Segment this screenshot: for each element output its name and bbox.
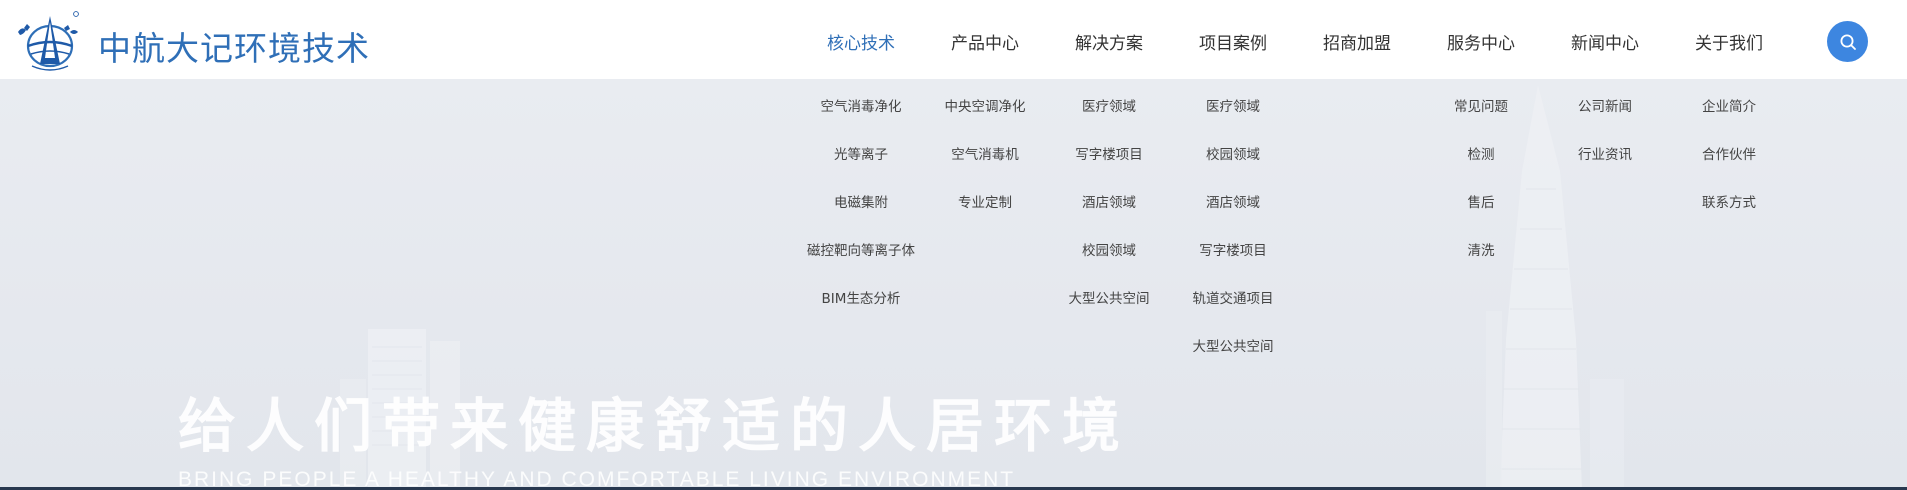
nav-item[interactable]: 关于我们 <box>1667 29 1791 54</box>
dropdown-link[interactable]: BIM生态分析 <box>799 287 923 307</box>
dropdown-link[interactable]: 电磁集附 <box>799 191 923 211</box>
nav-item[interactable]: 招商加盟 <box>1295 29 1419 54</box>
dropdown-link[interactable]: 售后 <box>1419 191 1543 211</box>
dropdown-link[interactable]: 校园领域 <box>1171 143 1295 163</box>
search-icon <box>1840 34 1856 50</box>
search-button[interactable] <box>1827 21 1868 62</box>
nav-item[interactable]: 服务中心 <box>1419 29 1543 54</box>
dropdown-link[interactable]: 酒店领域 <box>1047 191 1171 211</box>
nav-item[interactable]: 解决方案 <box>1047 29 1171 54</box>
dropdown-link[interactable]: 医疗领域 <box>1171 95 1295 115</box>
dropdown-link[interactable]: 酒店领域 <box>1171 191 1295 211</box>
company-logo-icon[interactable] <box>14 8 84 74</box>
dropdown-link[interactable]: 写字楼项目 <box>1171 239 1295 259</box>
dropdown-link[interactable]: 公司新闻 <box>1543 95 1667 115</box>
nav-item[interactable]: 产品中心 <box>923 29 1047 54</box>
nav-item[interactable]: 新闻中心 <box>1543 29 1667 54</box>
dropdown-link[interactable]: 清洗 <box>1419 239 1543 259</box>
nav-item[interactable]: 项目案例 <box>1171 29 1295 54</box>
dropdown-link[interactable]: 检测 <box>1419 143 1543 163</box>
dropdown-link[interactable]: 联系方式 <box>1667 191 1791 211</box>
dropdown-link[interactable]: 医疗领域 <box>1047 95 1171 115</box>
dropdown-link[interactable]: 磁控靶向等离子体 <box>799 239 923 259</box>
dropdown-link[interactable]: 大型公共空间 <box>1047 287 1171 307</box>
dropdown-link[interactable]: 光等离子 <box>799 143 923 163</box>
dropdown-link[interactable]: 常见问题 <box>1419 95 1543 115</box>
dropdown-link[interactable]: 轨道交通项目 <box>1171 287 1295 307</box>
hero-banner: 空气消毒净化 光等离子电磁集附磁控靶向等离子体 BIM生态分析 中央空调净化 空气消毒机… <box>0 79 1907 490</box>
site-header: 中航大记环境技术 核心技术 产品中心 解决方案 项目案例 招商加盟 服务中心 新闻中心 关于我… <box>0 0 1907 79</box>
dropdown-link[interactable]: 行业资讯 <box>1543 143 1667 163</box>
brand-name[interactable]: 中航大记环境技术 <box>98 22 370 70</box>
dropdown-link[interactable]: 大型公共空间 <box>1171 335 1295 355</box>
nav-item[interactable]: 核心技术 <box>799 29 923 54</box>
dropdown-link[interactable]: 写字楼项目 <box>1047 143 1171 163</box>
dropdown-link[interactable]: 中央空调净化 <box>923 95 1047 115</box>
dropdown-link[interactable]: 合作伙伴 <box>1667 143 1791 163</box>
dropdown-link[interactable]: 企业简介 <box>1667 95 1791 115</box>
dropdown-link[interactable]: 空气消毒净化 <box>799 95 923 115</box>
dropdown-link[interactable]: 空气消毒机 <box>923 143 1047 163</box>
hero-headline: 给人们带来健康舒适的人居环境 <box>178 392 1131 460</box>
dropdown-link[interactable]: 专业定制 <box>923 191 1047 211</box>
dropdown-link[interactable]: 校园领域 <box>1047 239 1171 259</box>
